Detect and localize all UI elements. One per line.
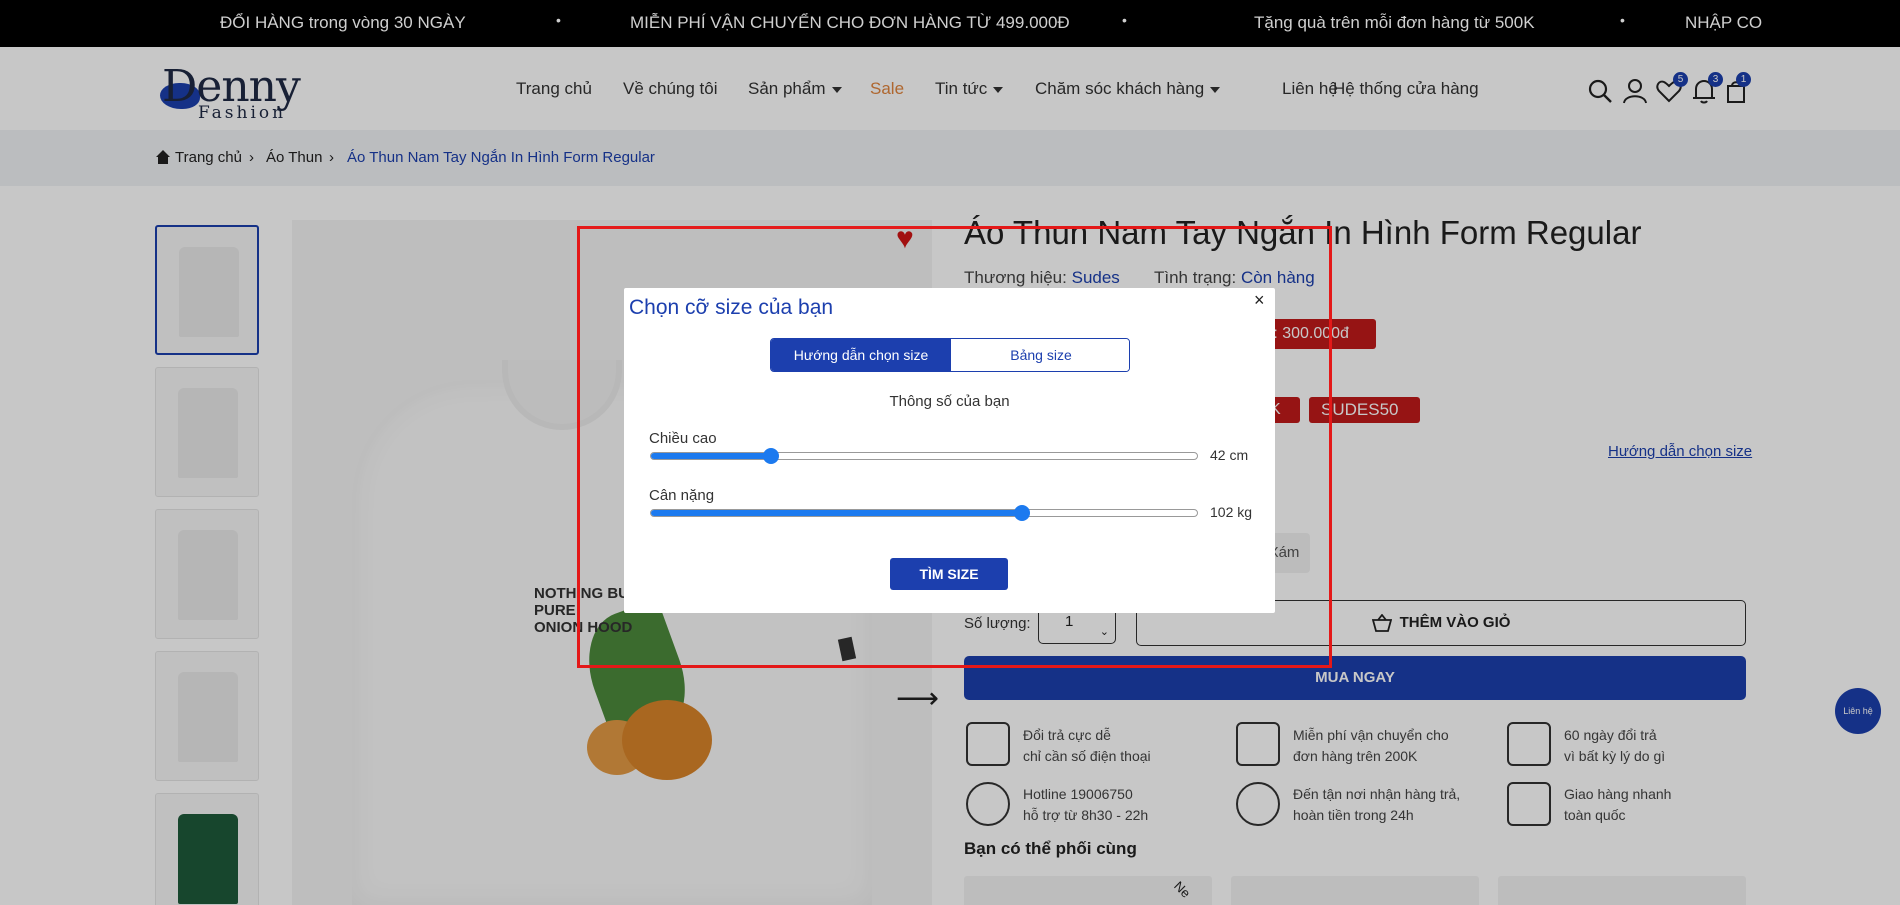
- height-value: 42 cm: [1210, 447, 1249, 463]
- modal-title: Chọn cỡ size của bạn: [629, 296, 834, 319]
- close-icon[interactable]: ×: [1254, 290, 1265, 311]
- weight-value: 102 kg: [1210, 504, 1253, 520]
- weight-label: Cân nặng: [649, 487, 715, 504]
- announcement-bar: ĐỔI HÀNG trong vòng 30 NGÀY • MIỄN PHÍ V…: [0, 0, 1900, 47]
- weight-slider-fill: [651, 510, 1022, 516]
- spec-heading: Thông số của bạn: [889, 393, 1010, 410]
- tab-size-guide[interactable]: Hướng dẫn chọn size: [771, 339, 951, 371]
- size-tabs: Hướng dẫn chọn size Bảng size: [770, 338, 1130, 372]
- announcement-separator: •: [556, 12, 561, 28]
- announcement-item: ĐỔI HÀNG trong vòng 30 NGÀY: [220, 13, 466, 32]
- announcement-item: MIỄN PHÍ VẬN CHUYỂN CHO ĐƠN HÀNG TỪ 499.…: [630, 13, 1070, 32]
- weight-slider[interactable]: [650, 505, 1198, 521]
- tab-size-chart[interactable]: Bảng size: [951, 339, 1129, 371]
- height-label: Chiều cao: [649, 430, 717, 447]
- announcement-separator: •: [1620, 12, 1625, 28]
- find-size-button[interactable]: TÌM SIZE: [890, 558, 1008, 590]
- announcement-separator: •: [1122, 12, 1127, 28]
- announcement-item: NHẬP CO: [1685, 13, 1763, 32]
- announcement-item: Tặng quà trên mỗi đơn hàng từ 500K: [1254, 13, 1535, 32]
- height-slider-fill: [651, 453, 771, 459]
- height-slider[interactable]: [650, 448, 1198, 464]
- weight-slider-handle[interactable]: [1014, 505, 1030, 521]
- size-modal: Chọn cỡ size của bạn × Hướng dẫn chọn si…: [624, 288, 1275, 613]
- height-slider-handle[interactable]: [763, 448, 779, 464]
